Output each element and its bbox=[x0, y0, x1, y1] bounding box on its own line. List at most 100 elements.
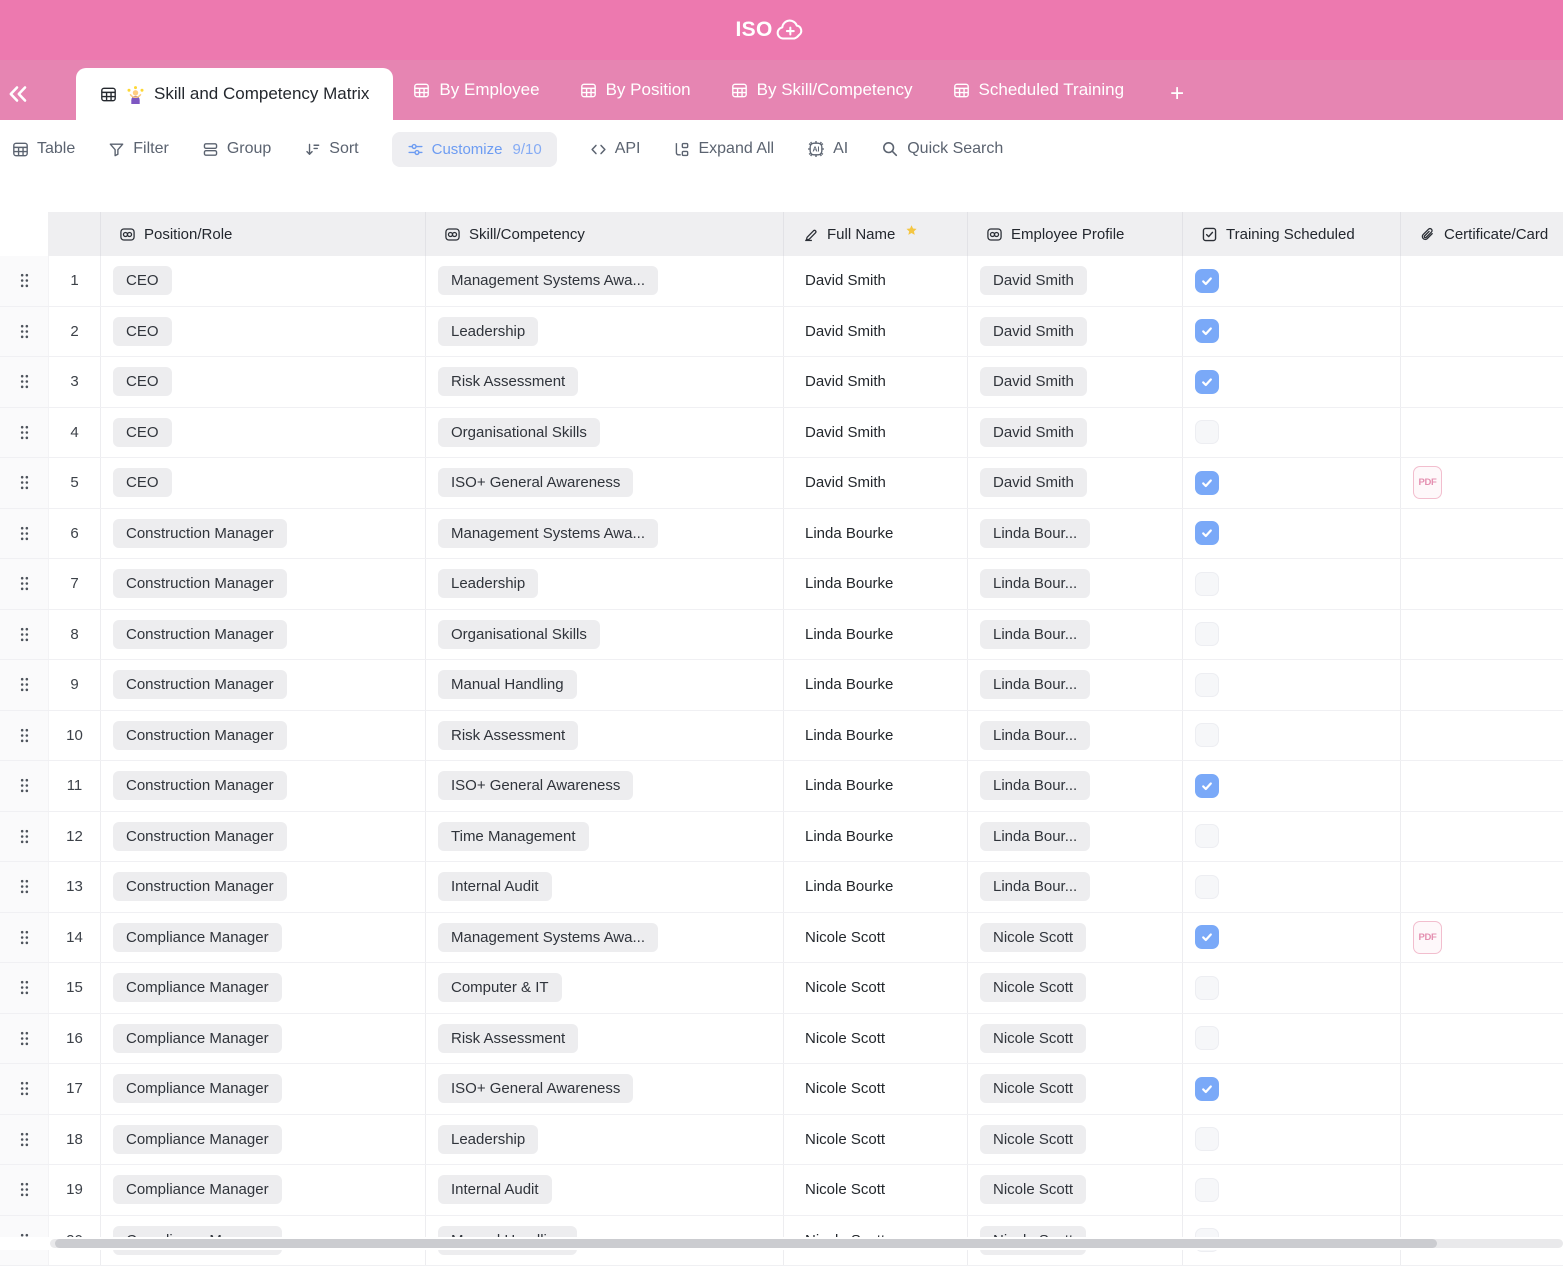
employee-profile-cell[interactable]: Linda Bour... bbox=[967, 812, 1182, 862]
skill-cell[interactable]: Internal Audit bbox=[425, 862, 783, 912]
training-scheduled-cell[interactable] bbox=[1182, 1115, 1400, 1165]
skill-pill[interactable]: Risk Assessment bbox=[438, 367, 578, 396]
training-checkbox[interactable] bbox=[1195, 925, 1219, 949]
toolbar-customize-button[interactable]: Customize9/10 bbox=[392, 132, 557, 167]
position-cell[interactable]: CEO bbox=[100, 357, 425, 407]
position-cell[interactable]: Construction Manager bbox=[100, 660, 425, 710]
row-drag-handle[interactable] bbox=[0, 408, 48, 458]
row-drag-handle[interactable] bbox=[0, 711, 48, 761]
training-checkbox[interactable] bbox=[1195, 875, 1219, 899]
employee-profile-cell[interactable]: David Smith bbox=[967, 256, 1182, 306]
column-header-employee-profile[interactable]: Employee Profile bbox=[967, 212, 1182, 256]
training-scheduled-cell[interactable] bbox=[1182, 963, 1400, 1013]
training-checkbox[interactable] bbox=[1195, 521, 1219, 545]
toolbar-group-button[interactable]: Group bbox=[202, 140, 271, 158]
full-name-cell[interactable]: Linda Bourke bbox=[783, 610, 967, 660]
certificate-cell[interactable] bbox=[1400, 307, 1563, 357]
employee-profile-cell[interactable]: Linda Bour... bbox=[967, 660, 1182, 710]
employee-profile-pill[interactable]: Linda Bour... bbox=[980, 771, 1090, 800]
position-pill[interactable]: CEO bbox=[113, 266, 172, 295]
position-pill[interactable]: Construction Manager bbox=[113, 771, 287, 800]
skill-pill[interactable]: Management Systems Awa... bbox=[438, 266, 658, 295]
position-pill[interactable]: Compliance Manager bbox=[113, 1125, 282, 1154]
training-scheduled-cell[interactable] bbox=[1182, 812, 1400, 862]
employee-profile-cell[interactable]: Nicole Scott bbox=[967, 913, 1182, 963]
employee-profile-cell[interactable]: Linda Bour... bbox=[967, 862, 1182, 912]
skill-cell[interactable]: ISO+ General Awareness bbox=[425, 761, 783, 811]
toolbar-ai-button[interactable]: AIAI bbox=[807, 140, 848, 158]
toolbar-sort-button[interactable]: Sort bbox=[304, 140, 358, 158]
skill-cell[interactable]: Internal Audit bbox=[425, 1165, 783, 1215]
position-pill[interactable]: CEO bbox=[113, 317, 172, 346]
full-name-cell[interactable]: Linda Bourke bbox=[783, 761, 967, 811]
training-scheduled-cell[interactable] bbox=[1182, 862, 1400, 912]
training-checkbox[interactable] bbox=[1195, 269, 1219, 293]
row-drag-handle[interactable] bbox=[0, 761, 48, 811]
position-pill[interactable]: CEO bbox=[113, 468, 172, 497]
row-drag-handle[interactable] bbox=[0, 357, 48, 407]
certificate-cell[interactable] bbox=[1400, 711, 1563, 761]
row-drag-handle[interactable] bbox=[0, 256, 48, 306]
column-header-skill-competency[interactable]: Skill/Competency bbox=[425, 212, 783, 256]
training-scheduled-cell[interactable] bbox=[1182, 458, 1400, 508]
employee-profile-cell[interactable]: David Smith bbox=[967, 307, 1182, 357]
position-cell[interactable]: Construction Manager bbox=[100, 761, 425, 811]
employee-profile-pill[interactable]: Nicole Scott bbox=[980, 1175, 1086, 1204]
row-drag-handle[interactable] bbox=[0, 913, 48, 963]
certificate-cell[interactable] bbox=[1400, 357, 1563, 407]
toolbar-filter-button[interactable]: Filter bbox=[108, 140, 169, 158]
full-name-cell[interactable]: Linda Bourke bbox=[783, 559, 967, 609]
skill-cell[interactable]: Time Management bbox=[425, 812, 783, 862]
employee-profile-cell[interactable]: Linda Bour... bbox=[967, 711, 1182, 761]
training-checkbox[interactable] bbox=[1195, 774, 1219, 798]
full-name-cell[interactable]: Linda Bourke bbox=[783, 812, 967, 862]
tab-by-skill-competency[interactable]: By Skill/Competency bbox=[711, 60, 933, 120]
employee-profile-pill[interactable]: David Smith bbox=[980, 418, 1087, 447]
training-scheduled-cell[interactable] bbox=[1182, 711, 1400, 761]
chevrons-left-icon[interactable] bbox=[6, 82, 30, 106]
tab-by-position[interactable]: By Position bbox=[560, 60, 711, 120]
employee-profile-pill[interactable]: David Smith bbox=[980, 317, 1087, 346]
training-checkbox[interactable] bbox=[1195, 572, 1219, 596]
position-cell[interactable]: CEO bbox=[100, 408, 425, 458]
toolbar-expand-all-button[interactable]: Expand All bbox=[673, 140, 774, 158]
position-pill[interactable]: Compliance Manager bbox=[113, 973, 282, 1002]
skill-pill[interactable]: Organisational Skills bbox=[438, 418, 600, 447]
training-scheduled-cell[interactable] bbox=[1182, 408, 1400, 458]
row-drag-handle[interactable] bbox=[0, 307, 48, 357]
employee-profile-cell[interactable]: Nicole Scott bbox=[967, 963, 1182, 1013]
training-checkbox[interactable] bbox=[1195, 673, 1219, 697]
training-checkbox[interactable] bbox=[1195, 471, 1219, 495]
employee-profile-cell[interactable]: David Smith bbox=[967, 408, 1182, 458]
skill-cell[interactable]: Leadership bbox=[425, 559, 783, 609]
certificate-cell[interactable] bbox=[1400, 1115, 1563, 1165]
full-name-cell[interactable]: David Smith bbox=[783, 307, 967, 357]
employee-profile-cell[interactable]: David Smith bbox=[967, 458, 1182, 508]
column-header-training-scheduled[interactable]: Training Scheduled bbox=[1182, 212, 1400, 256]
training-checkbox[interactable] bbox=[1195, 1178, 1219, 1202]
full-name-cell[interactable]: David Smith bbox=[783, 408, 967, 458]
certificate-cell[interactable] bbox=[1400, 1165, 1563, 1215]
employee-profile-pill[interactable]: Linda Bour... bbox=[980, 872, 1090, 901]
position-cell[interactable]: Compliance Manager bbox=[100, 1064, 425, 1114]
tab-skill-and-competency-matrix[interactable]: Skill and Competency Matrix bbox=[76, 68, 393, 120]
toolbar-quick-search-button[interactable]: Quick Search bbox=[881, 140, 1003, 158]
skill-pill[interactable]: ISO+ General Awareness bbox=[438, 771, 633, 800]
training-scheduled-cell[interactable] bbox=[1182, 256, 1400, 306]
employee-profile-pill[interactable]: David Smith bbox=[980, 266, 1087, 295]
position-pill[interactable]: Construction Manager bbox=[113, 670, 287, 699]
position-pill[interactable]: Compliance Manager bbox=[113, 1175, 282, 1204]
employee-profile-cell[interactable]: David Smith bbox=[967, 357, 1182, 407]
position-cell[interactable]: Construction Manager bbox=[100, 812, 425, 862]
training-checkbox[interactable] bbox=[1195, 723, 1219, 747]
skill-cell[interactable]: Manual Handling bbox=[425, 660, 783, 710]
full-name-cell[interactable]: Nicole Scott bbox=[783, 1115, 967, 1165]
training-checkbox[interactable] bbox=[1195, 1026, 1219, 1050]
employee-profile-cell[interactable]: Nicole Scott bbox=[967, 1064, 1182, 1114]
skill-pill[interactable]: Leadership bbox=[438, 317, 538, 346]
tab-scheduled-training[interactable]: Scheduled Training bbox=[933, 60, 1145, 120]
certificate-cell[interactable]: PDF bbox=[1400, 913, 1563, 963]
skill-pill[interactable]: Risk Assessment bbox=[438, 721, 578, 750]
add-view-button[interactable]: + bbox=[1170, 80, 1184, 108]
skill-cell[interactable]: ISO+ General Awareness bbox=[425, 1064, 783, 1114]
